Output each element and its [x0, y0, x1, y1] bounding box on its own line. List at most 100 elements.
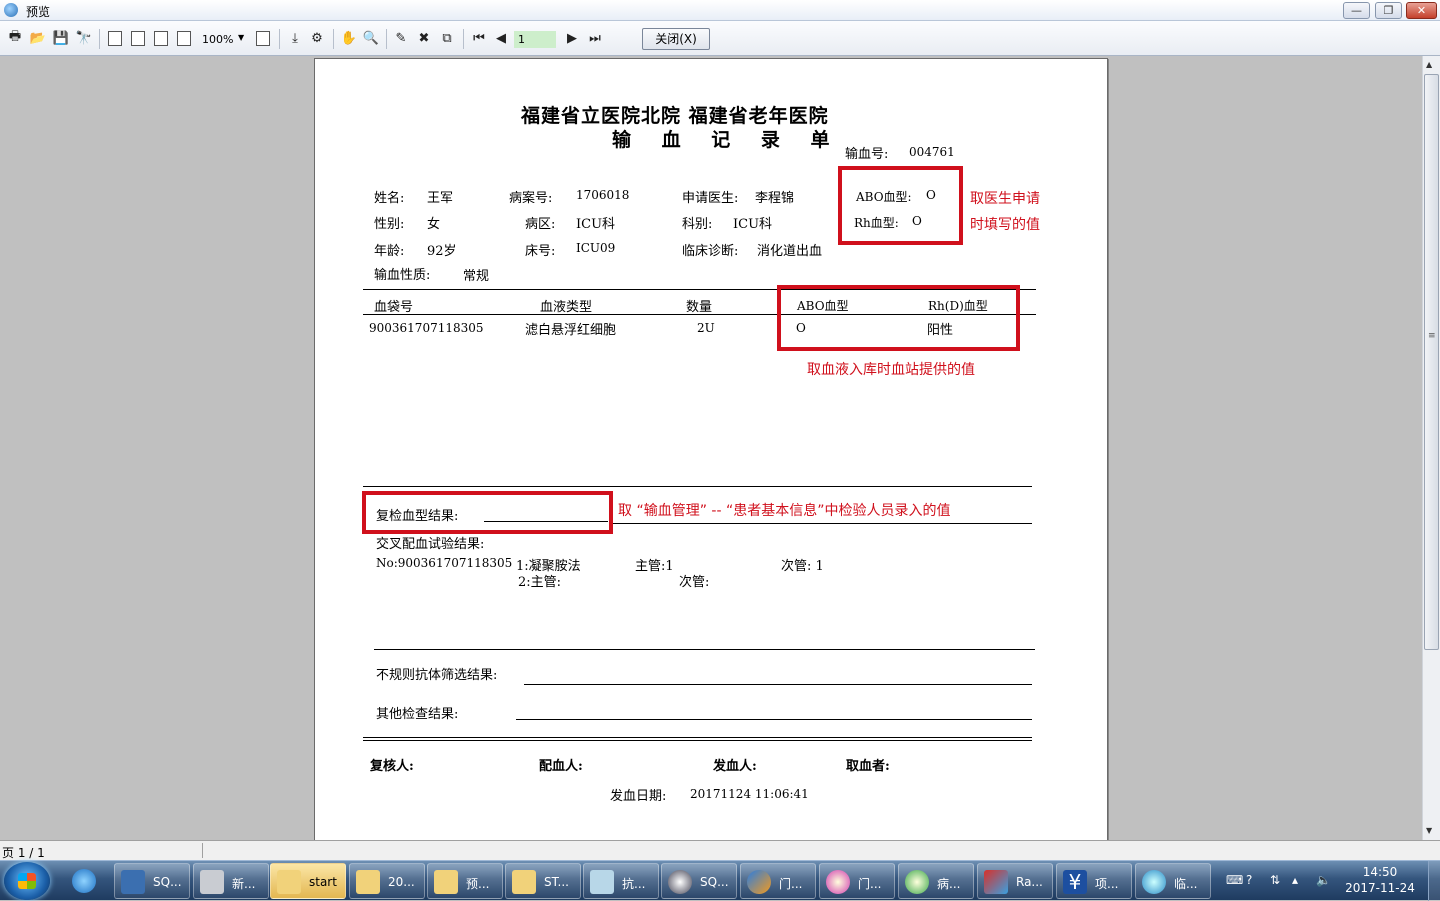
dept: ICU科: [733, 217, 773, 232]
first-page-icon[interactable]: ⏮: [470, 29, 488, 47]
edit-icon[interactable]: ✎: [392, 29, 410, 47]
transfusion-no-label: 输血号:: [845, 147, 889, 162]
taskbar-item[interactable]: 预...: [427, 863, 503, 899]
taskbar-item-label: 项...: [1095, 877, 1119, 891]
toolbar-separator: [99, 29, 100, 49]
toolbar-separator: [279, 29, 280, 49]
antibody-label: 不规则抗体筛选结果:: [376, 668, 498, 683]
taskbar-item-label: ST...: [544, 875, 569, 889]
scroll-grip-icon: ≡: [1428, 331, 1436, 341]
signature-rule-1: [363, 737, 1032, 738]
help-icon[interactable]: ?: [1246, 873, 1252, 887]
report-icon: [984, 870, 1008, 894]
scroll-down-icon[interactable]: ▼: [1426, 826, 1432, 835]
copy-icon[interactable]: ⧉: [438, 29, 456, 47]
taskbar-item[interactable]: SQ...: [661, 863, 737, 899]
hospital-name: 福建省立医院北院 福建省老年医院: [521, 105, 829, 127]
single-page-icon[interactable]: [108, 31, 122, 46]
gender: 女: [427, 217, 441, 232]
close-window-button[interactable]: ✕: [1406, 2, 1437, 19]
vertical-scrollbar[interactable]: ▲ ≡ ▼: [1422, 56, 1440, 840]
page-width-icon[interactable]: [256, 31, 270, 46]
recheck-top-rule: [363, 486, 1032, 487]
app-icon: [747, 870, 771, 894]
transfusion-no: 004761: [909, 145, 955, 159]
crossmatch-bottom-rule: [374, 649, 1035, 650]
find-icon[interactable]: 🔭: [75, 29, 93, 47]
taskbar-item[interactable]: SQ...: [114, 863, 190, 899]
annotation-doctor-1: 取医生申请: [970, 191, 1040, 207]
taskbar-item[interactable]: 20...: [349, 863, 425, 899]
delete-icon[interactable]: ✖: [415, 29, 433, 47]
gear-icon: [1142, 870, 1166, 894]
taskbar-item-label: 门...: [779, 877, 803, 891]
keyboard-icon[interactable]: ⌨: [1226, 873, 1243, 887]
record-label: 病案号:: [509, 191, 553, 206]
taskbar-item-label: 20...: [388, 875, 415, 889]
save-icon[interactable]: 💾: [52, 29, 70, 47]
prev-page-icon[interactable]: ◀: [492, 29, 510, 47]
ward: ICU科: [576, 217, 616, 232]
folder-icon: [356, 870, 380, 894]
taskbar-item-label: Ra...: [1016, 875, 1043, 889]
crossmatch-main-1: 主管:1: [635, 559, 674, 574]
scroll-thumb[interactable]: [1424, 74, 1439, 650]
start-button[interactable]: [4, 862, 50, 900]
cell-bag-no: 900361707118305: [369, 321, 484, 335]
settings-icon[interactable]: ⚙: [308, 29, 326, 47]
minimize-button[interactable]: —: [1343, 2, 1370, 19]
print-icon[interactable]: 🖶: [6, 29, 24, 47]
sql-icon: [121, 870, 145, 894]
compass-icon: [668, 870, 692, 894]
volume-icon[interactable]: 🔈: [1316, 873, 1331, 887]
folder-icon: [277, 870, 301, 894]
ie-quicklaunch[interactable]: [62, 863, 110, 899]
annotation-bloodbank: 取血液入库时血站提供的值: [807, 362, 975, 378]
show-desktop-button[interactable]: [1428, 861, 1440, 901]
toolbar-separator: [386, 29, 387, 49]
taskbar-item[interactable]: 新...: [193, 863, 269, 899]
scroll-up-icon[interactable]: ▲: [1426, 60, 1432, 69]
taskbar-item[interactable]: 门...: [740, 863, 816, 899]
issue-date-label: 发血日期:: [610, 789, 667, 804]
close-button[interactable]: 关闭(X): [642, 28, 710, 50]
export-icon[interactable]: ⤓: [286, 29, 304, 47]
maximize-button[interactable]: ❐: [1375, 2, 1402, 19]
clock[interactable]: 14:50 2017-11-24: [1340, 864, 1420, 896]
folder-icon: [434, 870, 458, 894]
multi-page-icon[interactable]: [177, 31, 191, 46]
grid-page-icon[interactable]: [154, 31, 168, 46]
last-page-icon[interactable]: ⏭: [586, 29, 604, 47]
antibody-underline: [524, 684, 1032, 685]
issue-date: 20171124 11:06:41: [690, 787, 809, 801]
taskbar-item-label: start: [309, 875, 337, 889]
zoom-select[interactable]: 100%: [202, 33, 233, 46]
open-icon[interactable]: 📂: [29, 29, 47, 47]
taskbar-item[interactable]: 病...: [898, 863, 974, 899]
taskbar-item[interactable]: start: [270, 863, 346, 899]
taskbar-item[interactable]: 抗...: [583, 863, 659, 899]
page-number-input[interactable]: 1: [514, 31, 556, 48]
taskbar-item[interactable]: Ra...: [977, 863, 1053, 899]
chevron-down-icon[interactable]: ▼: [238, 33, 244, 42]
reviewer-label: 复核人:: [370, 759, 414, 774]
next-page-icon[interactable]: ▶: [563, 29, 581, 47]
taskbar-item[interactable]: ST...: [505, 863, 581, 899]
taskbar-item[interactable]: ¥ 项...: [1056, 863, 1132, 899]
yen-icon: ¥: [1063, 870, 1087, 894]
bed: ICU09: [576, 241, 616, 255]
zoom-icon[interactable]: 🔍: [362, 29, 380, 47]
taskbar-item-label: SQ...: [700, 875, 729, 889]
crossmatch-minor-2: 次管:: [679, 575, 710, 590]
network-icon[interactable]: ⇅: [1270, 873, 1280, 887]
tray-expand-icon[interactable]: ▴: [1292, 873, 1298, 887]
taskbar-item[interactable]: 门...: [819, 863, 895, 899]
annotation-doctor-2: 时填写的值: [970, 217, 1040, 233]
taskbar-item[interactable]: 临...: [1135, 863, 1211, 899]
patient-name: 王军: [427, 191, 454, 206]
taskbar-item-label: 病...: [937, 877, 961, 891]
two-page-icon[interactable]: [131, 31, 145, 46]
hand-icon[interactable]: ✋: [340, 29, 358, 47]
taskbar-item-label: SQ...: [153, 875, 182, 889]
receiver-label: 取血者:: [846, 759, 890, 774]
